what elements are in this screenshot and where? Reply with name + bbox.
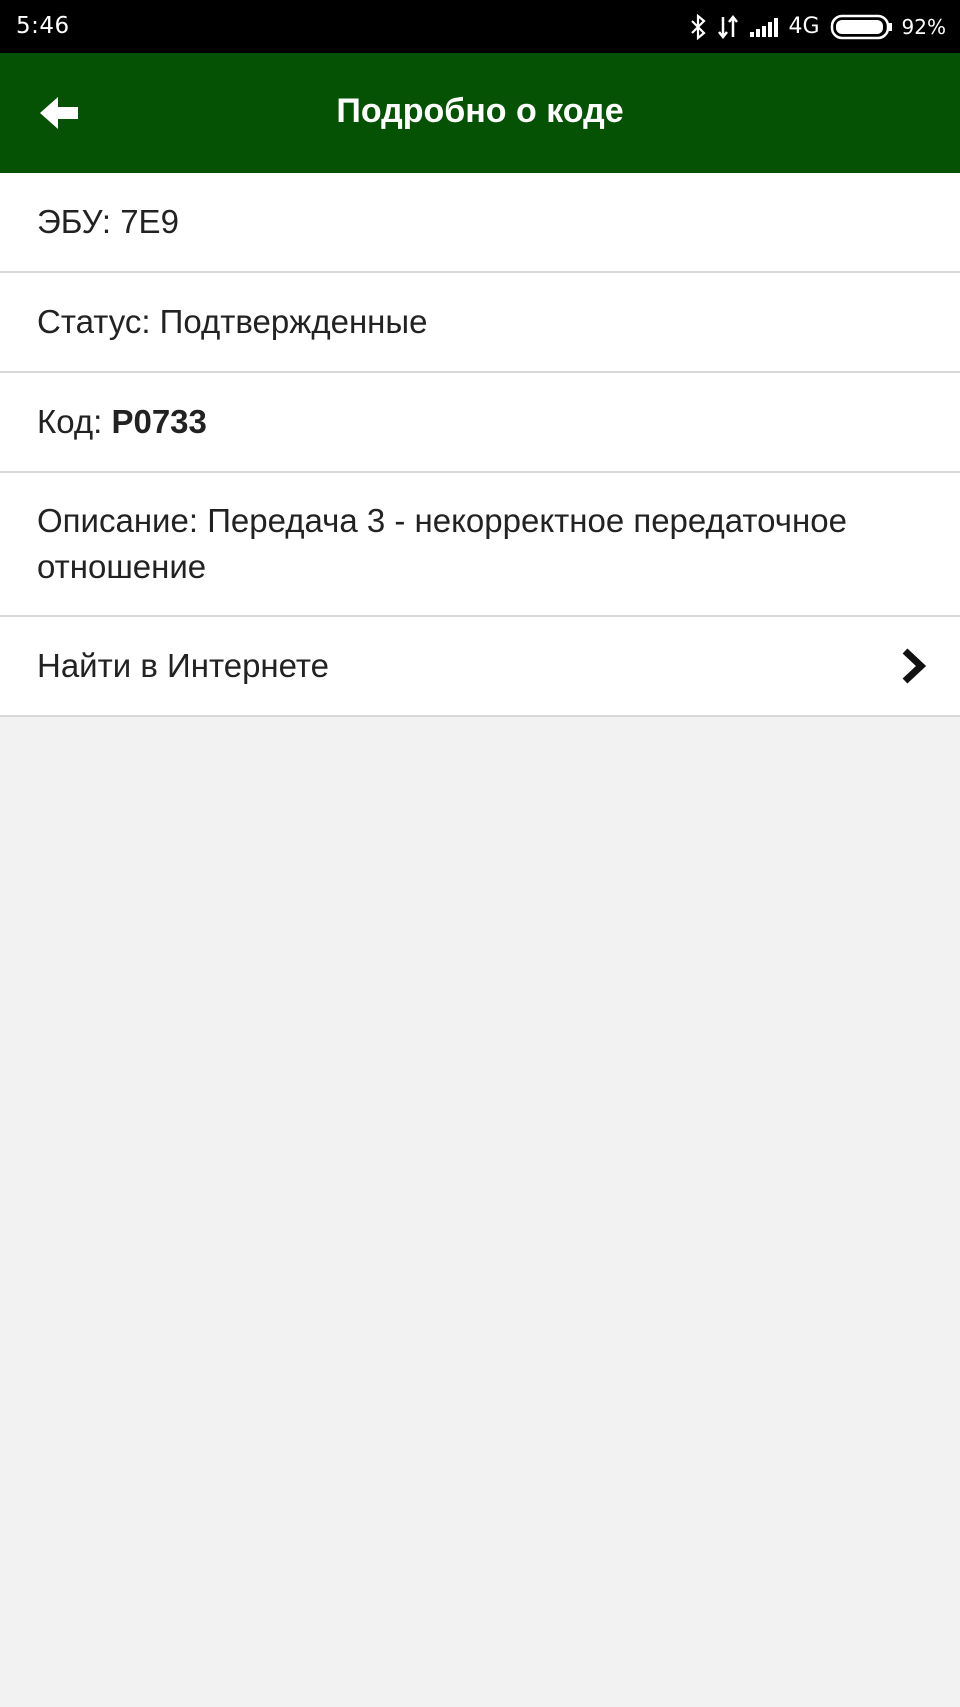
back-arrow-icon	[40, 97, 78, 129]
status-time: 5:46	[16, 13, 70, 39]
details-list: ЭБУ: 7E9 Статус: Подтвержденные Код: P07…	[0, 173, 960, 717]
status-icons: 4G 92%	[679, 0, 946, 53]
signal-icon	[749, 16, 781, 38]
ecu-value: 7E9	[120, 203, 179, 240]
status-bar: 5:46 4G 92%	[0, 0, 960, 53]
code-label: Код:	[37, 403, 103, 440]
status-label: Статус:	[37, 303, 151, 340]
status-row: Статус: Подтвержденные	[0, 273, 960, 373]
bluetooth-icon	[689, 13, 707, 40]
description-text: Описание: Передача 3 - некорректное пере…	[37, 498, 923, 590]
app-bar: Подробно о коде	[0, 53, 960, 173]
data-transfer-icon	[717, 14, 739, 40]
back-button[interactable]	[30, 83, 90, 143]
status-value: Подтвержденные	[159, 303, 428, 340]
search-online-item[interactable]: Найти в Интернете	[0, 617, 960, 717]
ecu-row: ЭБУ: 7E9	[0, 173, 960, 273]
code-value: P0733	[111, 403, 207, 440]
description-label: Описание:	[37, 502, 199, 539]
battery-icon	[830, 13, 894, 41]
description-row: Описание: Передача 3 - некорректное пере…	[0, 473, 960, 617]
page-title: Подробно о коде	[336, 92, 624, 130]
battery-percent: 92%	[901, 14, 946, 39]
ecu-label: ЭБУ:	[37, 203, 112, 240]
network-type: 4G	[788, 14, 820, 39]
chevron-right-icon	[902, 648, 927, 684]
search-online-label: Найти в Интернете	[37, 647, 330, 684]
code-row: Код: P0733	[0, 373, 960, 473]
